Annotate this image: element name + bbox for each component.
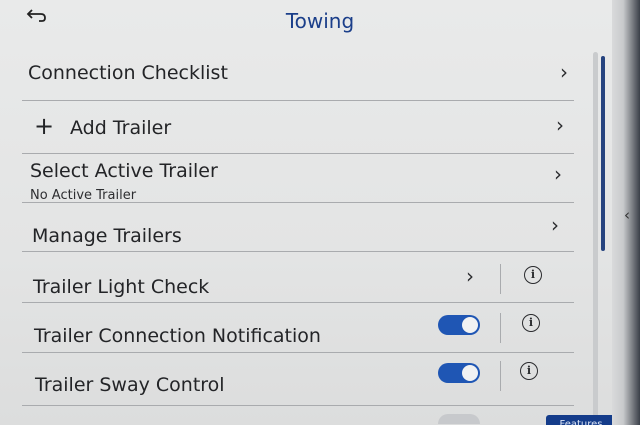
towing-screen: Towing Connection Checklist › + Add Trai… bbox=[0, 0, 612, 425]
page-title: Towing bbox=[285, 9, 355, 33]
select-active-trailer-row[interactable]: Select Active Trailer No Active Trailer … bbox=[22, 154, 574, 203]
scrollbar-thumb[interactable] bbox=[601, 56, 605, 251]
manage-trailers-row[interactable]: Manage Trailers › bbox=[22, 203, 574, 252]
trailer-light-check-row[interactable]: Trailer Light Check › i bbox=[22, 252, 574, 303]
toggle-knob bbox=[462, 365, 478, 381]
row-label: Trailer Light Check bbox=[33, 276, 210, 298]
trailer-sway-control-row: Trailer Sway Control i bbox=[22, 353, 574, 406]
connection-notification-toggle[interactable] bbox=[438, 315, 480, 335]
sway-control-toggle[interactable] bbox=[438, 363, 480, 383]
row-label: Trailer Sway Control bbox=[35, 374, 225, 396]
row-label: Trailer Connection Notification bbox=[34, 325, 321, 347]
features-tab[interactable]: Features bbox=[546, 415, 612, 425]
connection-checklist-row[interactable]: Connection Checklist › bbox=[22, 48, 574, 101]
partial-toggle bbox=[438, 414, 480, 424]
toggle-knob bbox=[462, 317, 478, 333]
divider bbox=[500, 313, 501, 343]
info-icon[interactable]: i bbox=[522, 314, 540, 332]
active-trailer-status: No Active Trailer bbox=[30, 188, 137, 203]
chevron-right-icon: › bbox=[466, 264, 474, 288]
chevron-right-icon: › bbox=[551, 213, 559, 237]
row-label: Connection Checklist bbox=[28, 62, 228, 84]
info-icon[interactable]: i bbox=[524, 266, 542, 284]
row-label: Select Active Trailer bbox=[30, 160, 218, 182]
scrollbar-track[interactable] bbox=[593, 52, 598, 422]
chevron-right-icon: › bbox=[556, 113, 564, 137]
divider bbox=[500, 361, 501, 391]
trailer-connection-notification-row: Trailer Connection Notification i bbox=[22, 303, 574, 353]
info-icon[interactable]: i bbox=[520, 362, 538, 380]
divider bbox=[500, 264, 501, 294]
plus-icon: + bbox=[34, 112, 55, 140]
row-label: Add Trailer bbox=[70, 117, 172, 139]
chevron-right-icon: › bbox=[560, 60, 568, 84]
row-label: Manage Trailers bbox=[32, 225, 182, 247]
chevron-left-icon[interactable]: ‹ bbox=[624, 206, 630, 224]
chevron-right-icon: › bbox=[554, 162, 562, 186]
add-trailer-row[interactable]: + Add Trailer › bbox=[22, 101, 574, 154]
